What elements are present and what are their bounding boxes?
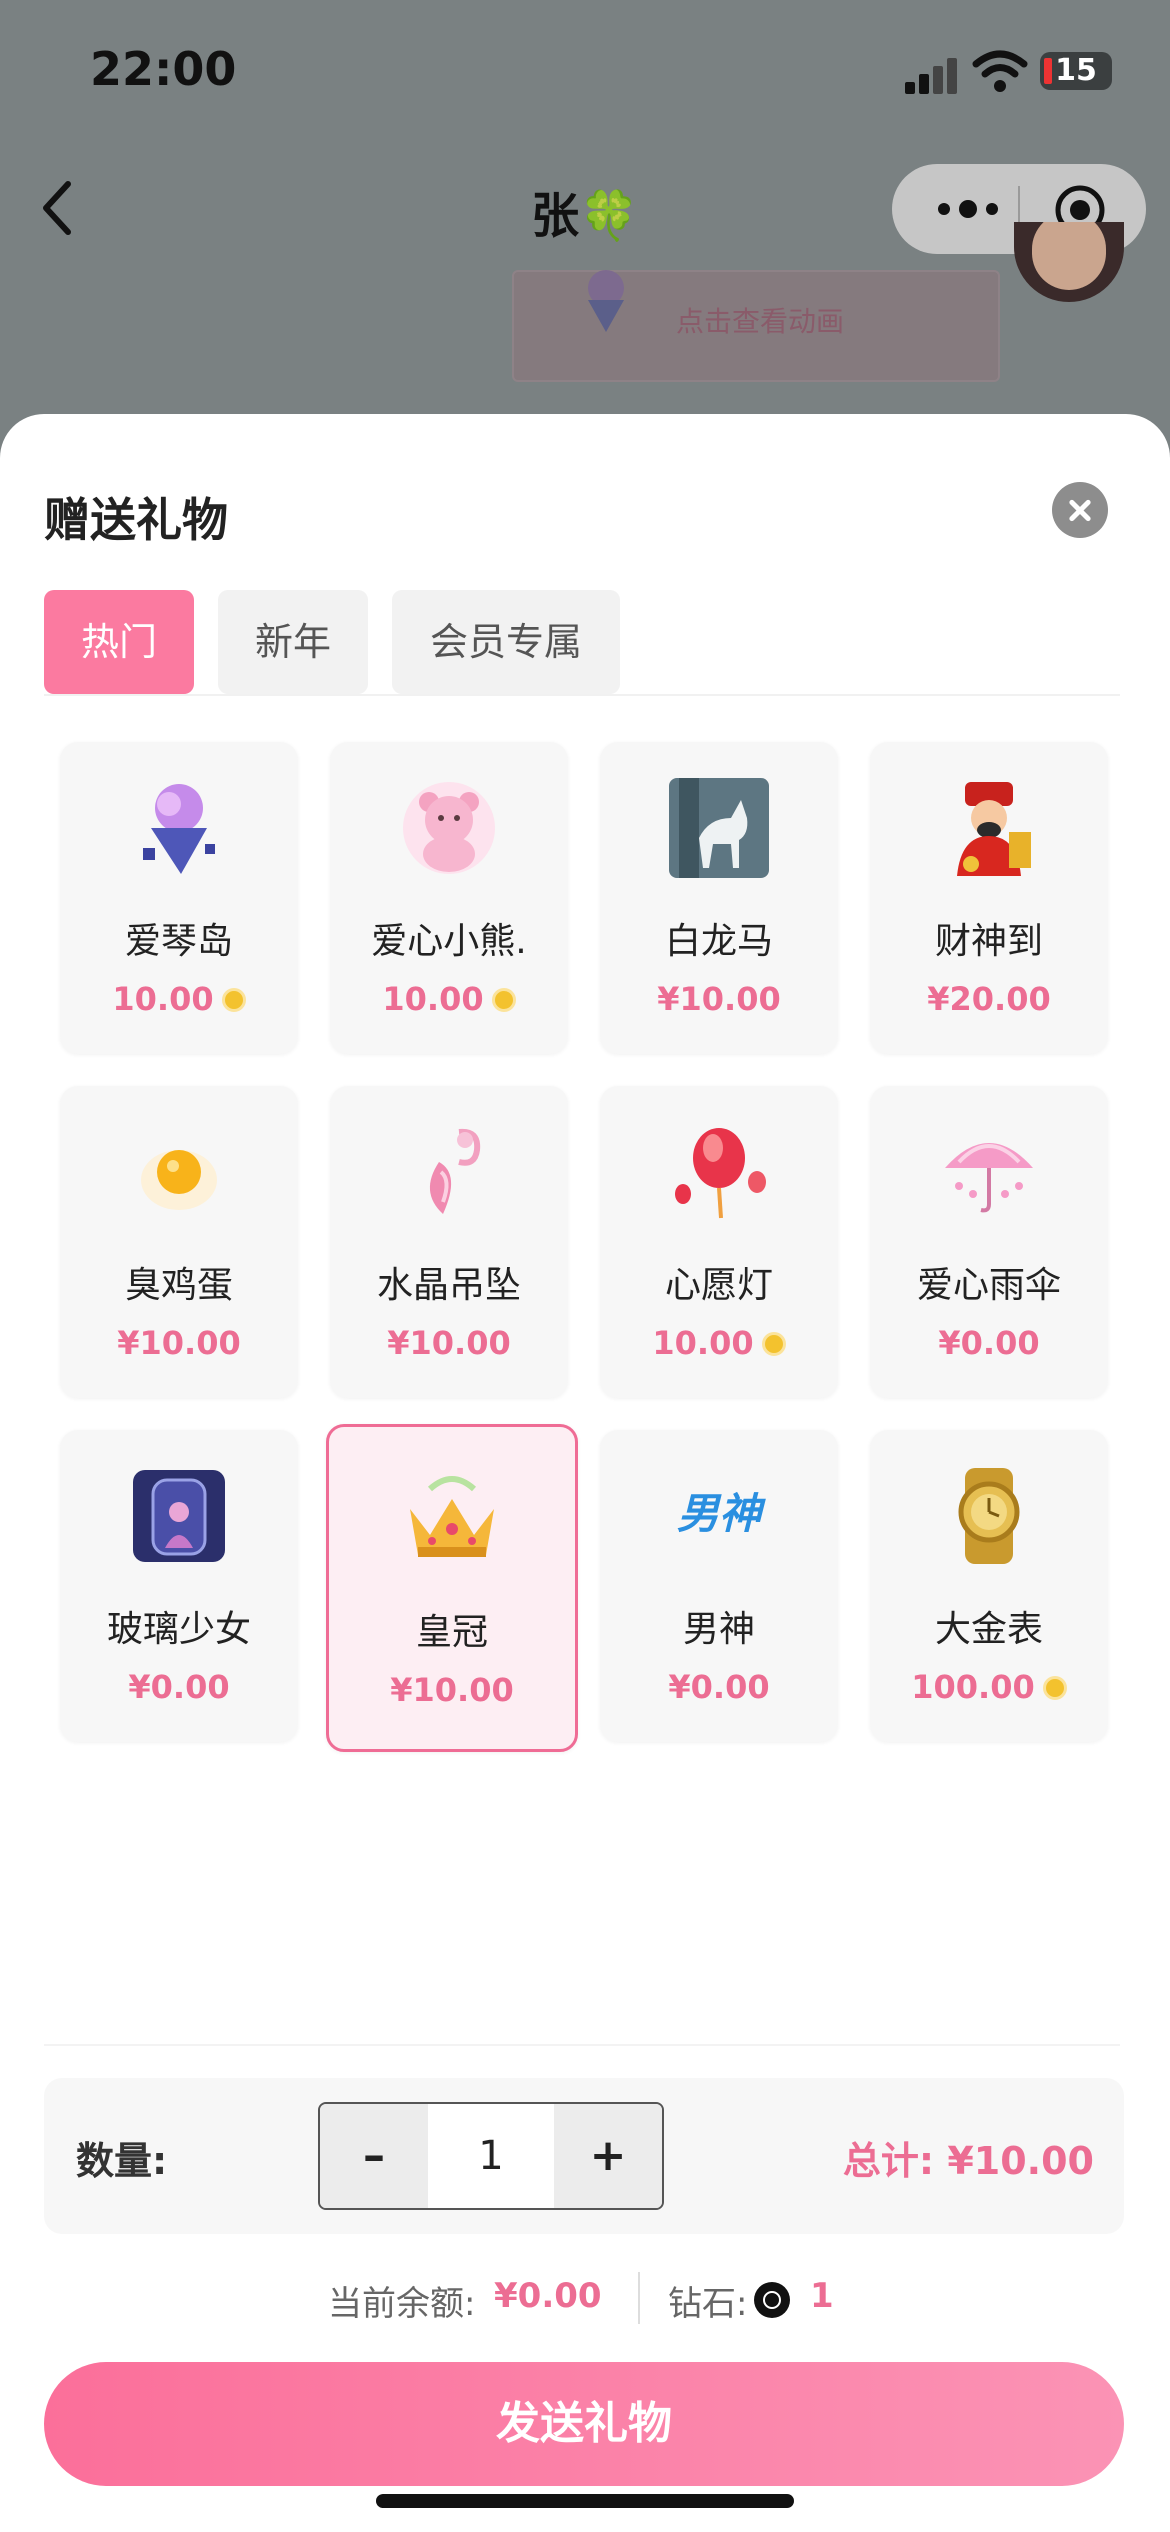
gift-thumbnail-icon: [588, 270, 624, 332]
teddy-bear-icon: [403, 782, 495, 874]
status-bar: 22:00 15: [0, 0, 1170, 150]
gift-card[interactable]: 爱心雨伞 ¥0.00: [870, 1086, 1108, 1398]
gift-card[interactable]: 大金表 100.00: [870, 1430, 1108, 1742]
gift-name: 臭鸡蛋: [124, 1265, 233, 1306]
tab-hot[interactable]: 热门: [44, 590, 194, 694]
gold-watch-icon: [958, 1468, 1020, 1564]
gift-card[interactable]: 玻璃少女 ¥0.00: [60, 1430, 298, 1742]
crown-icon: [410, 1476, 494, 1557]
gift-name: 玻璃少女: [106, 1609, 251, 1650]
diamond-icon: [754, 2282, 790, 2318]
coin-icon: [1042, 1676, 1067, 1700]
diamond-label: 钻石:: [668, 2284, 748, 2324]
gift-price: 10.00: [600, 1324, 838, 1362]
gift-price: ¥10.00: [117, 1324, 241, 1362]
male-god-text-icon: 男神: [676, 1489, 761, 1538]
floating-island-icon: [143, 784, 215, 874]
gift-price: ¥10.00: [387, 1324, 511, 1362]
more-icon[interactable]: [928, 184, 1008, 234]
increase-button[interactable]: +: [554, 2104, 662, 2208]
gift-price: ¥10.00: [657, 980, 781, 1018]
sheet-title: 赠送礼物: [44, 493, 228, 547]
gift-price: ¥20.00: [927, 980, 1051, 1018]
egg-icon: [141, 1150, 217, 1210]
gift-card[interactable]: 心愿灯 10.00: [600, 1086, 838, 1398]
coin-icon: [221, 988, 246, 1012]
quantity-bar: 数量: – 1 + 总计: ¥10.00: [44, 2078, 1124, 2234]
quantity-value[interactable]: 1: [428, 2104, 554, 2208]
gift-name: 男神: [682, 1609, 755, 1650]
home-indicator: [376, 2494, 794, 2508]
gift-name: 爱心雨伞: [916, 1265, 1061, 1306]
god-of-wealth-icon: [957, 782, 1031, 876]
umbrella-icon: [945, 1143, 1033, 1213]
gift-price: ¥0.00: [128, 1668, 230, 1706]
view-animation-link[interactable]: 点击查看动画: [676, 300, 844, 340]
gift-price: ¥0.00: [938, 1324, 1040, 1362]
tab-member-only[interactable]: 会员专属: [392, 590, 620, 694]
gift-card[interactable]: 爱心小熊. 10.00: [330, 742, 568, 1054]
cellular-signal-icon: [905, 58, 961, 94]
balance-row: 当前余额: ¥0.00 钻石: 1: [0, 2268, 1170, 2328]
balance-label: 当前余额:: [328, 2284, 476, 2324]
gift-name: 水晶吊坠: [376, 1265, 521, 1306]
balance-value: ¥0.00: [494, 2276, 602, 2316]
status-time: 22:00: [90, 42, 237, 96]
crystal-pendant-icon: [429, 1128, 481, 1214]
decrease-button[interactable]: –: [320, 2104, 428, 2208]
gift-name: 财神到: [934, 921, 1043, 962]
gift-name: 白龙马: [664, 921, 773, 962]
coin-icon: [491, 988, 516, 1012]
section-divider: [44, 2044, 1120, 2046]
white-horse-icon: [669, 778, 769, 878]
gift-card[interactable]: 白龙马 ¥10.00: [600, 742, 838, 1054]
gift-card[interactable]: 水晶吊坠 ¥10.00: [330, 1086, 568, 1398]
gift-card[interactable]: 臭鸡蛋 ¥10.00: [60, 1086, 298, 1398]
gift-name: 爱琴岛: [124, 921, 233, 962]
diamond-value: 1: [810, 2276, 834, 2316]
total-price: 总计: ¥10.00: [842, 2139, 1094, 2183]
gift-name: 心愿灯: [664, 1265, 773, 1306]
gift-card[interactable]: 财神到 ¥20.00: [870, 742, 1108, 1054]
gift-price: ¥10.00: [390, 1671, 514, 1709]
wifi-icon: [972, 50, 1028, 92]
gift-name: 爱心小熊.: [371, 921, 527, 962]
send-gift-button[interactable]: 发送礼物: [44, 2362, 1124, 2486]
battery-level: 15: [1055, 53, 1097, 88]
sky-lantern-icon: [675, 1128, 766, 1219]
glass-bottle-icon: [133, 1470, 225, 1562]
gift-price: 10.00: [330, 980, 568, 1018]
gift-price: 100.00: [870, 1668, 1108, 1706]
gift-price: ¥0.00: [668, 1668, 770, 1706]
gift-name: 皇冠: [415, 1612, 488, 1653]
gift-card[interactable]: 爱琴岛 10.00: [60, 742, 298, 1054]
coin-icon: [761, 1332, 786, 1356]
quantity-label: 数量:: [76, 2139, 168, 2183]
gift-price: 10.00: [60, 980, 298, 1018]
tab-divider: [44, 694, 1120, 696]
close-icon[interactable]: [1052, 482, 1108, 538]
battery-icon: 15: [1040, 52, 1112, 90]
gift-name: 大金表: [934, 1609, 1043, 1650]
gift-card-selected[interactable]: 皇冠 ¥10.00: [326, 1424, 578, 1752]
tab-new-year[interactable]: 新年: [218, 590, 368, 694]
gift-card[interactable]: 男神 男神 ¥0.00: [600, 1430, 838, 1742]
quantity-stepper: – 1 +: [318, 2102, 664, 2210]
